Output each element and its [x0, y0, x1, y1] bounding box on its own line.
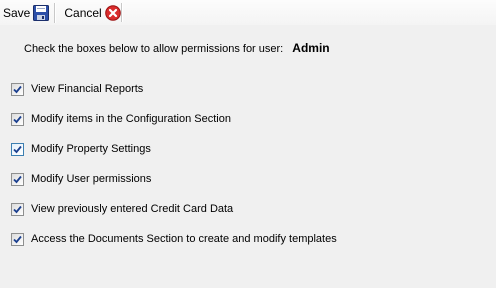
permission-item[interactable]: View Financial Reports — [11, 81, 143, 97]
permission-label: View Financial Reports — [31, 83, 144, 95]
permissions-prompt: Check the boxes below to allow permissio… — [24, 41, 330, 55]
cancel-label: Cancel — [64, 5, 102, 20]
user-name: Admin — [292, 41, 330, 55]
save-button[interactable]: Save — [0, 2, 52, 24]
permission-checkbox[interactable] — [11, 112, 24, 126]
red-x-circle-icon — [104, 4, 121, 21]
cancel-button[interactable]: Cancel — [61, 2, 123, 24]
floppy-disk-icon — [33, 4, 50, 21]
permission-label: View previously entered Credit Card Data — [31, 203, 234, 215]
prompt-text: Check the boxes below to allow permissio… — [24, 43, 284, 55]
permission-label: Modify User permissions — [31, 173, 152, 185]
permission-checkbox[interactable] — [11, 82, 24, 96]
permission-item[interactable]: Modify Property Settings — [11, 141, 151, 157]
permission-checkbox[interactable] — [11, 232, 24, 246]
permission-checkbox[interactable] — [11, 202, 24, 216]
permission-label: Access the Documents Section to create a… — [31, 233, 337, 245]
permission-checkbox[interactable] — [11, 172, 24, 186]
toolbar: Save Cancel — [0, 0, 496, 25]
permission-item[interactable]: Modify User permissions — [11, 171, 151, 187]
permission-item[interactable]: Access the Documents Section to create a… — [11, 231, 337, 247]
permission-item[interactable]: Modify items in the Configuration Sectio… — [11, 111, 231, 127]
permission-label: Modify items in the Configuration Sectio… — [31, 113, 231, 125]
permission-label: Modify Property Settings — [31, 143, 151, 155]
toolbar-end-separator — [121, 3, 122, 22]
permission-checkbox[interactable] — [11, 142, 24, 156]
toolbar-separator — [54, 2, 56, 23]
permission-item[interactable]: View previously entered Credit Card Data — [11, 201, 233, 217]
save-label: Save — [3, 5, 31, 20]
